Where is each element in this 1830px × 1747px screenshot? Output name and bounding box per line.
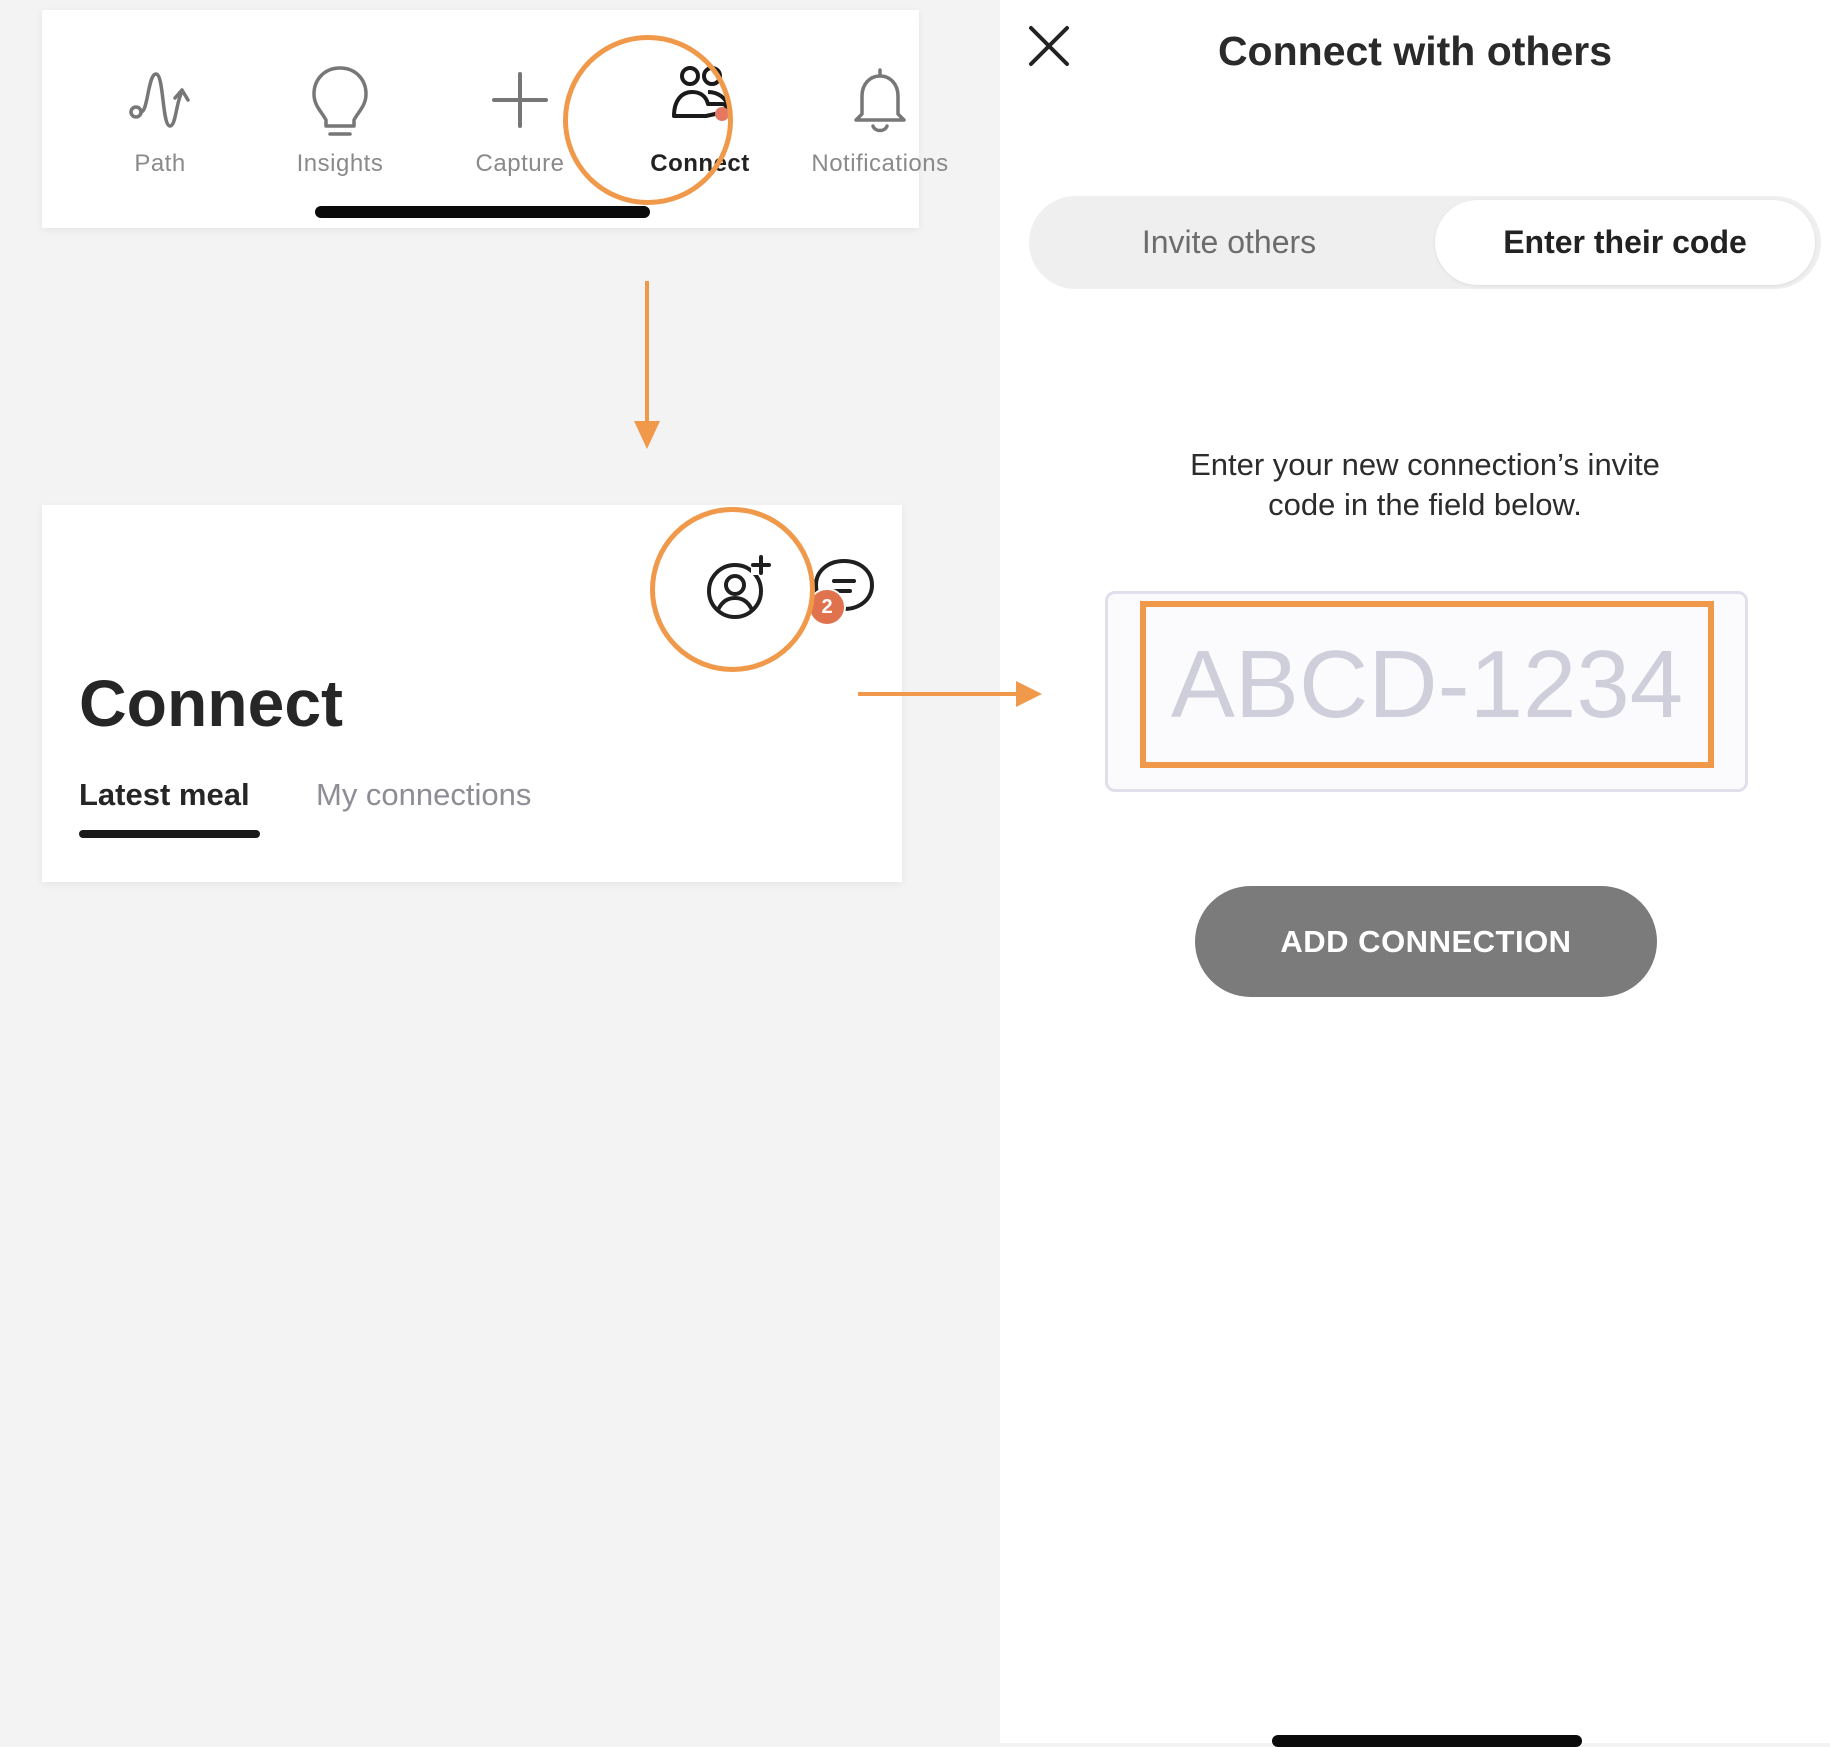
bell-icon [854,68,906,133]
arrow-down [645,281,649,421]
instructions-line: Enter your new connection’s invite [1190,447,1660,482]
tab-bar: Path Insights Capture Connect Notificati… [42,10,948,228]
tab-path[interactable]: Path [70,10,250,200]
add-connection-button[interactable]: ADD CONNECTION [1195,886,1657,997]
tab-my-connections[interactable]: My connections [316,777,531,813]
segment-enter-code[interactable]: Enter their code [1435,200,1815,285]
plus-icon [492,72,548,128]
people-icon [672,66,730,121]
tab-connect[interactable]: Connect [610,10,790,200]
page-title: Connect [79,666,343,740]
tab-insights[interactable]: Insights [250,10,430,200]
tab-label: Connect [650,150,750,177]
connect-screen-card: Connect Latest meal My connections [42,505,902,882]
add-person-icon[interactable] [703,553,773,623]
unread-badge: 2 [808,588,846,626]
instructions-text: Enter your new connection’s invite code … [1100,445,1750,525]
tab-label: Notifications [811,150,949,177]
active-tab-underline [79,830,260,838]
tab-label: Insights [296,150,384,177]
tab-label: Path [134,150,186,177]
segmented-control: Invite others Enter their code [1029,196,1821,289]
path-wave-icon [129,72,190,128]
lightbulb-icon [312,66,368,136]
tab-notifications[interactable]: Notifications [790,10,970,200]
segment-invite-others[interactable]: Invite others [1029,196,1429,289]
home-indicator [315,206,650,218]
tab-latest-meal[interactable]: Latest meal [79,777,250,813]
home-indicator [1272,1735,1582,1747]
arrow-down-head [634,421,660,449]
instructions-line: code in the field below. [1268,487,1582,522]
arrow-right-head [1016,681,1042,707]
tab-capture[interactable]: Capture [430,10,610,200]
tab-label: Capture [475,150,565,177]
arrow-right [858,692,1018,696]
modal-title: Connect with others [1217,28,1613,74]
invite-code-input[interactable] [1140,601,1714,768]
